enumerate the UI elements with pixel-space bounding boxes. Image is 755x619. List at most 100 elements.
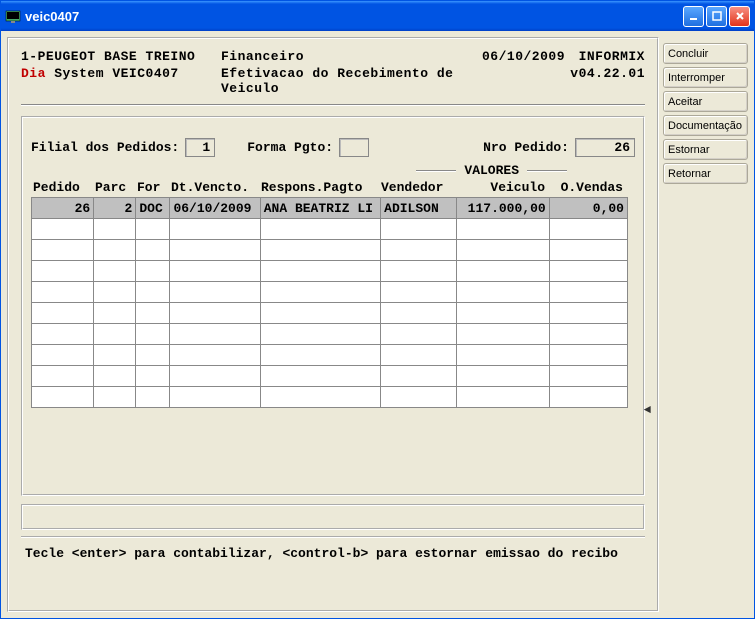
concluir-button[interactable]: Concluir [663, 43, 748, 64]
table-cell[interactable] [136, 387, 170, 408]
table-cell[interactable] [170, 303, 260, 324]
table-cell[interactable] [457, 240, 549, 261]
aceitar-button[interactable]: Aceitar [663, 91, 748, 112]
table-cell[interactable] [94, 366, 136, 387]
table-cell[interactable] [136, 219, 170, 240]
minimize-button[interactable] [683, 6, 704, 27]
table-cell[interactable] [260, 345, 380, 366]
table-cell[interactable] [381, 387, 457, 408]
table-cell[interactable] [170, 366, 260, 387]
table-row[interactable] [32, 261, 628, 282]
table-cell[interactable] [260, 324, 380, 345]
table-cell[interactable] [170, 240, 260, 261]
table-cell[interactable] [136, 345, 170, 366]
table-cell[interactable] [381, 303, 457, 324]
forma-input[interactable] [339, 138, 369, 157]
table-cell[interactable] [260, 387, 380, 408]
table-cell[interactable]: 117.000,00 [457, 198, 549, 219]
table-cell[interactable] [260, 366, 380, 387]
table-cell[interactable] [136, 324, 170, 345]
table-cell[interactable] [260, 261, 380, 282]
table-cell[interactable] [549, 282, 627, 303]
table-row[interactable] [32, 345, 628, 366]
table-cell[interactable] [94, 240, 136, 261]
table-cell[interactable] [170, 219, 260, 240]
table-cell[interactable] [32, 282, 94, 303]
table-cell[interactable] [549, 387, 627, 408]
table-cell[interactable] [32, 345, 94, 366]
table-cell[interactable]: 0,00 [549, 198, 627, 219]
table-cell[interactable] [381, 219, 457, 240]
documentacao-button[interactable]: Documentação [663, 115, 748, 136]
table-cell[interactable] [457, 303, 549, 324]
table-cell[interactable] [381, 366, 457, 387]
table-cell[interactable] [549, 324, 627, 345]
table-cell[interactable]: 06/10/2009 [170, 198, 260, 219]
interromper-button[interactable]: Interromper [663, 67, 748, 88]
table-row[interactable] [32, 303, 628, 324]
nro-input[interactable] [575, 138, 635, 157]
table-cell[interactable] [457, 324, 549, 345]
retornar-button[interactable]: Retornar [663, 163, 748, 184]
table-row[interactable] [32, 240, 628, 261]
filial-input[interactable] [185, 138, 215, 157]
table-cell[interactable] [457, 219, 549, 240]
table-cell[interactable] [170, 282, 260, 303]
table-cell[interactable] [549, 345, 627, 366]
table-cell[interactable]: ADILSON [381, 198, 457, 219]
table-cell[interactable] [381, 261, 457, 282]
table-cell[interactable] [94, 303, 136, 324]
table-cell[interactable]: 2 [94, 198, 136, 219]
table-cell[interactable] [381, 240, 457, 261]
table-cell[interactable] [32, 219, 94, 240]
table-cell[interactable] [260, 303, 380, 324]
table-cell[interactable] [94, 324, 136, 345]
table-cell[interactable] [94, 345, 136, 366]
table-cell[interactable] [457, 366, 549, 387]
table-cell[interactable]: 26 [32, 198, 94, 219]
table-cell[interactable] [136, 240, 170, 261]
table-cell[interactable]: ANA BEATRIZ LI [260, 198, 380, 219]
table-cell[interactable] [32, 387, 94, 408]
table-cell[interactable] [381, 324, 457, 345]
table-cell[interactable] [549, 303, 627, 324]
table-cell[interactable] [457, 261, 549, 282]
table-cell[interactable] [136, 303, 170, 324]
table-cell[interactable] [32, 324, 94, 345]
table-cell[interactable] [381, 282, 457, 303]
table-cell[interactable] [136, 261, 170, 282]
table-row[interactable] [32, 366, 628, 387]
maximize-button[interactable] [706, 6, 727, 27]
table-cell[interactable] [457, 282, 549, 303]
table-cell[interactable] [549, 219, 627, 240]
data-grid[interactable]: 262DOC06/10/2009ANA BEATRIZ LIADILSON117… [31, 197, 628, 408]
table-cell[interactable]: DOC [136, 198, 170, 219]
table-cell[interactable] [260, 240, 380, 261]
table-cell[interactable] [32, 261, 94, 282]
table-cell[interactable] [260, 282, 380, 303]
estornar-button[interactable]: Estornar [663, 139, 748, 160]
close-button[interactable] [729, 6, 750, 27]
table-cell[interactable] [32, 303, 94, 324]
table-cell[interactable] [136, 282, 170, 303]
table-cell[interactable] [32, 366, 94, 387]
table-cell[interactable] [136, 366, 170, 387]
table-cell[interactable] [170, 387, 260, 408]
table-row[interactable]: 262DOC06/10/2009ANA BEATRIZ LIADILSON117… [32, 198, 628, 219]
table-row[interactable] [32, 219, 628, 240]
table-cell[interactable] [32, 240, 94, 261]
table-row[interactable] [32, 282, 628, 303]
table-cell[interactable] [94, 282, 136, 303]
table-cell[interactable] [94, 261, 136, 282]
table-cell[interactable] [381, 345, 457, 366]
table-row[interactable] [32, 324, 628, 345]
table-cell[interactable] [260, 219, 380, 240]
table-cell[interactable] [549, 366, 627, 387]
table-cell[interactable] [94, 387, 136, 408]
titlebar[interactable]: veic0407 [1, 1, 754, 31]
table-cell[interactable] [170, 324, 260, 345]
table-cell[interactable] [457, 345, 549, 366]
table-cell[interactable] [170, 261, 260, 282]
table-row[interactable] [32, 387, 628, 408]
table-cell[interactable] [549, 261, 627, 282]
